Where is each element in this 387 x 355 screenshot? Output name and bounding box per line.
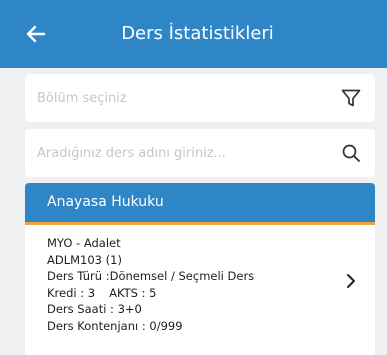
course-search[interactable]: [25, 129, 375, 177]
course-quota: Ders Kontenjanı : 0/999: [47, 318, 375, 335]
akts-label: AKTS :: [109, 285, 150, 300]
course-name: Anayasa Hukuku: [25, 183, 375, 225]
course-code: ADLM103 (1): [47, 252, 122, 267]
course-hours: Ders Saati : 3+0: [47, 301, 375, 318]
page-title: Ders İstatistikleri: [121, 23, 274, 44]
chevron-right-icon[interactable]: [343, 271, 359, 291]
course-details: MYO - Adalet ADLM103 (1) Ders Türü :Döne…: [25, 225, 375, 334]
section-select[interactable]: [25, 74, 375, 122]
section-input[interactable]: [37, 74, 327, 122]
course-card[interactable]: Anayasa Hukuku MYO - Adalet ADLM103 (1) …: [25, 183, 375, 355]
course-type-value: Dönemsel / Seçmeli Ders: [109, 269, 255, 283]
course-credit: Kredi : 3 AKTS : 5: [47, 285, 375, 302]
quota-label: Ders Kontenjanı :: [47, 318, 150, 333]
course-type: Ders Türü :Dönemsel / Seçmeli Ders: [47, 268, 375, 285]
course-search-input[interactable]: [37, 129, 327, 177]
app-bar: Ders İstatistikleri: [0, 0, 387, 68]
filter-icon[interactable]: [339, 86, 363, 110]
credit-label: Kredi :: [47, 285, 88, 300]
quota-value: 0/999: [149, 318, 183, 333]
search-icon[interactable]: [339, 141, 363, 165]
credit-value: 3: [87, 285, 96, 300]
hours-label: Ders Saati :: [47, 302, 118, 316]
course-program: MYO - Adalet: [47, 236, 121, 250]
course-type-label: Ders Türü :: [47, 269, 110, 283]
akts-value: 5: [149, 285, 157, 300]
hours-value: 3+0: [117, 302, 142, 316]
